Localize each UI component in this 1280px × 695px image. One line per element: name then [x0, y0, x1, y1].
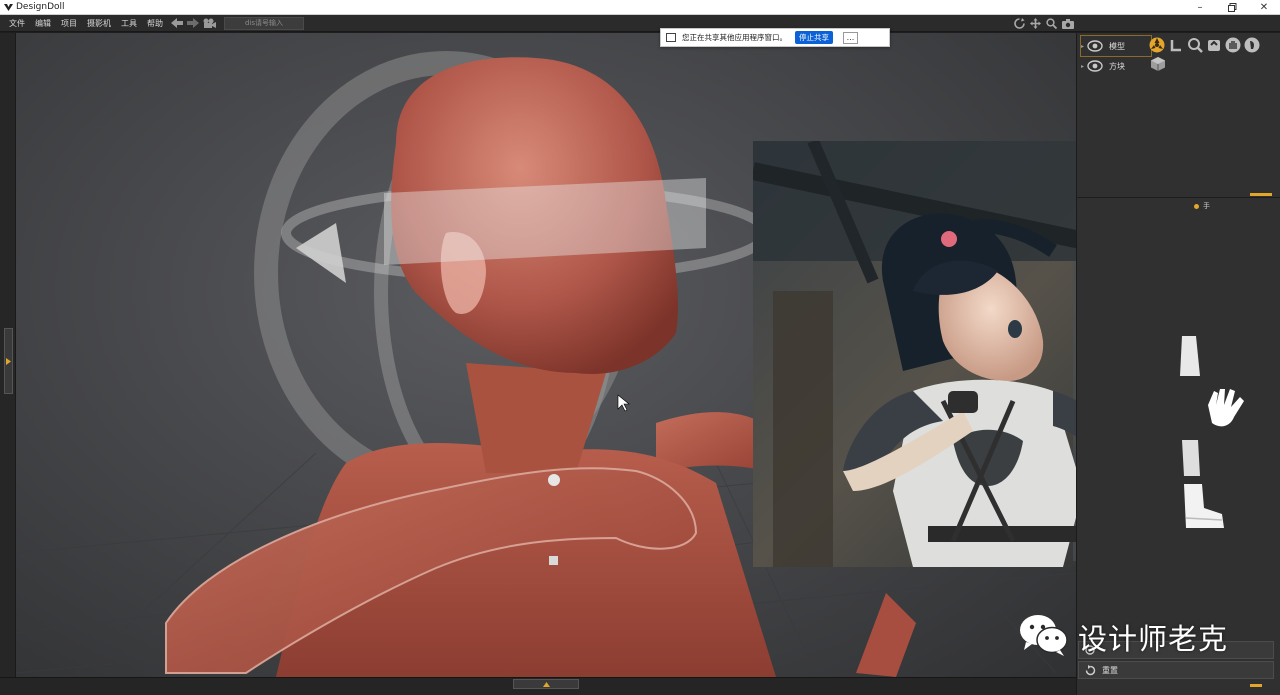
eye-icon[interactable] — [1087, 39, 1103, 53]
joint-handle-chest[interactable] — [549, 556, 558, 565]
chevron-up-icon — [542, 681, 550, 687]
wechat-icon — [1018, 612, 1070, 662]
panel-resize-handle[interactable] — [1250, 193, 1272, 196]
scene-item-cube[interactable]: ▸ 方块 — [1081, 56, 1151, 76]
body-parts-icon[interactable] — [1180, 336, 1200, 390]
zoom-icon[interactable] — [1045, 17, 1058, 30]
share-notice-text: 您正在共享其他应用程序窗口。 — [682, 33, 787, 42]
back-arrow-icon[interactable] — [170, 16, 184, 30]
joint-handle-elbow[interactable] — [548, 474, 560, 486]
title-bar: DesignDoll – ✕ — [0, 0, 1280, 15]
watermark: 设计师老克 — [1018, 612, 1228, 662]
menu-camera[interactable]: 摄影机 — [82, 15, 116, 32]
watermark-text: 设计师老克 — [1078, 622, 1229, 656]
close-icon[interactable]: ✕ — [1244, 0, 1280, 15]
scene-item-label: 模型 — [1109, 41, 1125, 51]
window-title: DesignDoll — [16, 2, 65, 12]
reset-icon[interactable] — [1205, 36, 1222, 53]
pose-category[interactable]: 手 — [1194, 201, 1210, 211]
foot-pose-icon[interactable] — [1176, 484, 1226, 536]
right-panel: ▸ 模型 ▸ 方块 — [1076, 33, 1280, 695]
menu-project[interactable]: 项目 — [56, 15, 82, 32]
view-tools — [1013, 15, 1074, 32]
eye-icon[interactable] — [1087, 59, 1103, 73]
screen-share-notification: 您正在共享其他应用程序窗口。 停止共享 ... — [660, 28, 890, 47]
app-logo-icon — [2, 1, 14, 13]
scene-item-label: 方块 — [1109, 61, 1125, 71]
menu-file[interactable]: 文件 — [4, 15, 30, 32]
search-input[interactable]: dis请号输入 — [224, 16, 304, 30]
stop-sharing-button[interactable]: 停止共享 — [795, 31, 833, 44]
cube-icon[interactable] — [1150, 56, 1166, 76]
bullet-icon — [1194, 203, 1199, 209]
share-icon — [666, 33, 676, 42]
rotate-icon[interactable] — [1013, 17, 1026, 30]
head-icon[interactable] — [1243, 36, 1260, 53]
menu-bar: 文件 编辑 项目 摄影机 工具 帮助 dis请号输入 — [0, 15, 1280, 32]
scene-list: ▸ 模型 ▸ 方块 — [1080, 35, 1152, 76]
panel-divider — [1076, 197, 1280, 198]
undo-icon — [1085, 664, 1096, 675]
designdoll-window: DesignDoll – ✕ 文件 编辑 项目 摄影机 工具 帮助 dis请号输… — [0, 0, 1280, 695]
menu-edit[interactable]: 编辑 — [30, 15, 56, 32]
move-icon[interactable] — [1029, 17, 1042, 30]
mouse-cursor — [617, 394, 630, 412]
camera-icon[interactable] — [202, 16, 216, 30]
pose-category-label: 手 — [1203, 202, 1210, 210]
hand-pose-icon[interactable] — [1200, 385, 1250, 435]
model-tool-icons — [1148, 36, 1260, 53]
bottom-panel-toggle[interactable] — [513, 679, 579, 689]
zoom-icon[interactable] — [1186, 36, 1203, 53]
menu-help[interactable]: 帮助 — [142, 15, 168, 32]
panel-resize-handle-bottom[interactable] — [1250, 684, 1262, 687]
leg-pose-icon[interactable] — [1178, 440, 1202, 480]
screenshot-icon[interactable] — [1061, 17, 1074, 30]
menu-tools[interactable]: 工具 — [116, 15, 142, 32]
reset-button-label: 重置 — [1102, 665, 1118, 675]
mannequin-right-forearm[interactable] — [856, 593, 916, 677]
forward-arrow-icon[interactable] — [186, 16, 200, 30]
left-panel-toggle[interactable] — [4, 328, 13, 394]
radiation-icon[interactable] — [1148, 36, 1165, 53]
chevron-right-icon — [6, 357, 11, 365]
scene-item-model[interactable]: ▸ 模型 — [1080, 35, 1152, 57]
rotate-icon[interactable] — [1167, 36, 1184, 53]
more-options-button[interactable]: ... — [843, 31, 858, 44]
hand-icon[interactable] — [1224, 36, 1241, 53]
reset-button[interactable]: 重置 — [1078, 661, 1274, 679]
